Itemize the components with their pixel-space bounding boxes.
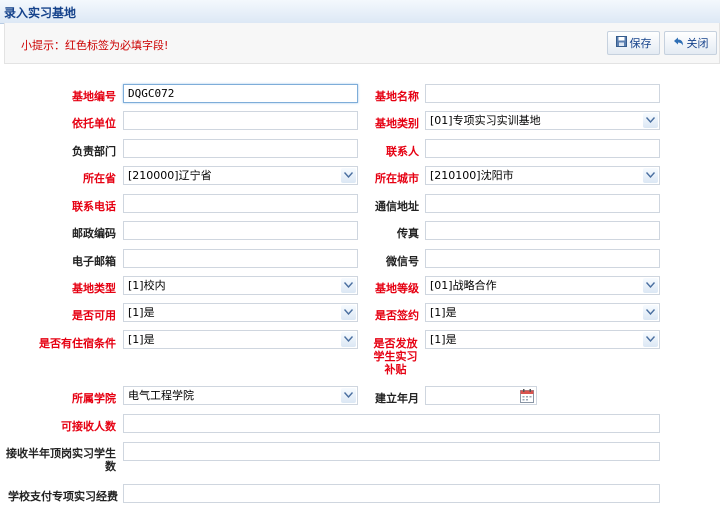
phone-input[interactable] — [123, 194, 358, 213]
lodging-value: [1]是 — [128, 333, 155, 346]
save-icon — [615, 36, 627, 50]
save-label: 保存 — [629, 37, 652, 50]
address-input[interactable] — [425, 194, 660, 213]
wechat-label: 微信号 — [386, 255, 419, 268]
base-type-select[interactable]: [1]校内 — [123, 276, 358, 295]
email-input[interactable] — [123, 249, 358, 268]
college-value: 电气工程学院 — [128, 389, 194, 402]
fax-label: 传真 — [397, 227, 419, 240]
half-year-label: 接收半年顶岗实习学生数 — [6, 447, 116, 473]
chevron-down-icon[interactable] — [643, 305, 658, 320]
close-label: 关闭 — [686, 37, 709, 50]
signed-label: 是否签约 — [375, 309, 419, 322]
college-select[interactable]: 电气工程学院 — [123, 386, 358, 405]
subsidy-select[interactable]: [1]是 — [425, 330, 660, 349]
funding-label: 学校支付专项实习经费 — [8, 490, 118, 503]
close-button[interactable]: 关闭 — [664, 31, 717, 55]
host-unit-input[interactable] — [123, 111, 358, 130]
base-code-input[interactable]: DQGC072 — [123, 84, 358, 103]
base-type-value: [1]校内 — [128, 279, 166, 292]
postcode-input[interactable] — [123, 221, 358, 240]
required-hint: 小提示：红色标签为必填字段! — [21, 39, 169, 52]
chevron-down-icon[interactable] — [643, 332, 658, 347]
base-code-label: 基地编号 — [72, 90, 116, 103]
base-category-select[interactable]: [01]专项实习实训基地 — [425, 111, 660, 130]
subsidy-label: 是否发放学生实习补贴 — [373, 337, 418, 376]
toolbar: 小提示：红色标签为必填字段! 保存 关闭 — [4, 23, 720, 64]
subsidy-value: [1]是 — [430, 333, 457, 346]
base-name-label: 基地名称 — [375, 90, 419, 103]
college-label: 所属学院 — [72, 392, 116, 405]
host-unit-label: 依托单位 — [72, 117, 116, 130]
chevron-down-icon[interactable] — [643, 113, 658, 128]
capacity-label: 可接收人数 — [61, 420, 116, 433]
phone-label: 联系电话 — [72, 200, 116, 213]
city-label: 所在城市 — [375, 172, 419, 185]
chevron-down-icon[interactable] — [341, 332, 356, 347]
base-level-value: [01]战略合作 — [430, 279, 497, 292]
founded-label: 建立年月 — [375, 392, 419, 405]
funding-input[interactable] — [123, 484, 660, 503]
base-type-label: 基地类型 — [72, 282, 116, 295]
available-label: 是否可用 — [72, 309, 116, 322]
capacity-input[interactable] — [123, 414, 660, 433]
fax-input[interactable] — [425, 221, 660, 240]
dept-input[interactable] — [123, 139, 358, 158]
province-select[interactable]: [210000]辽宁省 — [123, 166, 358, 185]
available-select[interactable]: [1]是 — [123, 303, 358, 322]
email-label: 电子邮箱 — [72, 255, 116, 268]
province-label: 所在省 — [83, 172, 116, 185]
window-title-bar: 录入实习基地 — [0, 0, 720, 24]
lodging-select[interactable]: [1]是 — [123, 330, 358, 349]
contact-input[interactable] — [425, 139, 660, 158]
window-title: 录入实习基地 — [4, 6, 77, 20]
signed-value: [1]是 — [430, 306, 457, 319]
wechat-input[interactable] — [425, 249, 660, 268]
postcode-label: 邮政编码 — [72, 227, 116, 240]
contact-label: 联系人 — [386, 145, 419, 158]
base-category-value: [01]专项实习实训基地 — [430, 114, 541, 127]
available-value: [1]是 — [128, 306, 155, 319]
lodging-label: 是否有住宿条件 — [39, 337, 116, 350]
chevron-down-icon[interactable] — [643, 168, 658, 183]
base-level-label: 基地等级 — [375, 282, 419, 295]
base-category-label: 基地类别 — [375, 117, 419, 130]
save-button[interactable]: 保存 — [607, 31, 660, 55]
base-name-input[interactable] — [425, 84, 660, 103]
address-label: 通信地址 — [375, 200, 419, 213]
dept-label: 负责部门 — [72, 145, 116, 158]
base-level-select[interactable]: [01]战略合作 — [425, 276, 660, 295]
calendar-icon[interactable] — [519, 388, 535, 404]
city-select[interactable]: [210100]沈阳市 — [425, 166, 660, 185]
city-value: [210100]沈阳市 — [430, 169, 514, 182]
signed-select[interactable]: [1]是 — [425, 303, 660, 322]
back-arrow-icon — [673, 36, 684, 50]
chevron-down-icon[interactable] — [643, 278, 658, 293]
province-value: [210000]辽宁省 — [128, 169, 212, 182]
half-year-input[interactable] — [123, 442, 660, 461]
